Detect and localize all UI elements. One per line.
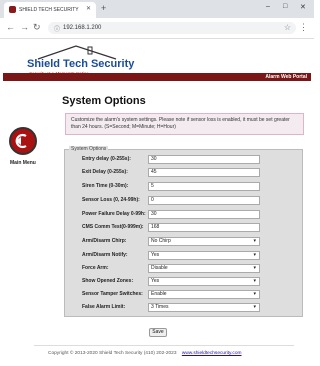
refresh-icon[interactable]: ↻ bbox=[33, 22, 41, 33]
logo-text: Shield Tech Security bbox=[27, 58, 135, 70]
back-icon[interactable]: ← bbox=[6, 22, 15, 32]
save-button[interactable]: Save bbox=[149, 328, 167, 337]
dropdown-arrow-icon: ▾ bbox=[253, 278, 256, 284]
power-failure-delay-label: Power Failure Delay 0-99h: bbox=[82, 211, 146, 217]
siren-time-input[interactable]: 5 bbox=[148, 182, 260, 191]
maximize-button[interactable]: □ bbox=[283, 3, 287, 10]
siren-time-label: Siren Time (0-30m): bbox=[82, 183, 129, 189]
footer-divider bbox=[34, 345, 294, 346]
tab-close-icon[interactable]: ✕ bbox=[86, 5, 91, 12]
sensor-tamper-switches-select[interactable]: Enable ▾ bbox=[148, 290, 260, 299]
lock-icon[interactable]: ⓘ bbox=[54, 24, 60, 33]
exit-delay-label: Exit Delay (0-255s): bbox=[82, 169, 128, 175]
header-bar: Alarm Web Portal bbox=[3, 73, 311, 81]
fieldset-legend: System Options bbox=[69, 146, 109, 152]
sensor-tamper-switches-value: Enable bbox=[151, 291, 167, 297]
minimize-button[interactable]: – bbox=[266, 3, 270, 10]
entry-delay-input[interactable]: 30 bbox=[148, 155, 260, 164]
sensor-loss-label: Sensor Loss (0, 24-99h): bbox=[82, 197, 140, 203]
arm-disarm-chirp-select[interactable]: No Chirp ▾ bbox=[148, 237, 260, 246]
dropdown-arrow-icon: ▾ bbox=[253, 238, 256, 244]
favicon-icon bbox=[9, 6, 16, 13]
arm-disarm-notify-label: Arm/Disarm Notify: bbox=[82, 252, 128, 258]
false-alarm-limit-select[interactable]: 3 Times ▾ bbox=[148, 303, 260, 312]
arm-disarm-chirp-label: Arm/Disarm Chirp: bbox=[82, 238, 127, 244]
cms-comm-test-label: CMS Comm Test(0-999m): bbox=[82, 224, 144, 230]
forward-icon[interactable]: → bbox=[20, 22, 29, 32]
new-tab-button[interactable]: + bbox=[101, 3, 106, 13]
show-opened-zones-value: Yes bbox=[151, 278, 160, 284]
exit-delay-input[interactable]: 45 bbox=[148, 168, 260, 177]
power-failure-delay-input[interactable]: 30 bbox=[148, 210, 260, 219]
address-bar[interactable]: ⓘ 192.168.1.200 ☆ bbox=[48, 22, 296, 34]
portal-label: Alarm Web Portal bbox=[265, 74, 307, 80]
browser-toolbar: ← → ↻ ⓘ 192.168.1.200 ☆ ⋮ bbox=[0, 18, 314, 39]
arm-disarm-notify-value: Yes bbox=[151, 252, 160, 258]
force-arm-value: Disable bbox=[151, 265, 168, 271]
footer-link[interactable]: www.shieldtechsecurity.com bbox=[182, 351, 242, 356]
dropdown-arrow-icon: ▾ bbox=[253, 252, 256, 258]
dropdown-arrow-icon: ▾ bbox=[253, 304, 256, 310]
show-opened-zones-label: Show Opened Zones: bbox=[82, 278, 134, 284]
dropdown-arrow-icon: ▾ bbox=[253, 291, 256, 297]
sensor-tamper-switches-label: Sensor Tamper Switches: bbox=[82, 291, 143, 297]
show-opened-zones-select[interactable]: Yes ▾ bbox=[148, 277, 260, 286]
url-text[interactable]: 192.168.1.200 bbox=[63, 25, 101, 31]
menu-icon[interactable]: ⋮ bbox=[299, 22, 308, 33]
arm-disarm-notify-select[interactable]: Yes ▾ bbox=[148, 251, 260, 260]
force-arm-label: Force Arm: bbox=[82, 265, 109, 271]
browser-tabbar: SHIELD TECH SECURITY ✕ + – □ ✕ bbox=[0, 0, 314, 18]
footer: Copyright © 2013-2020 Shield Tech Securi… bbox=[48, 351, 242, 356]
cms-comm-test-input[interactable]: 168 bbox=[148, 223, 260, 232]
force-arm-select[interactable]: Disable ▾ bbox=[148, 264, 260, 273]
main-menu-icon[interactable] bbox=[9, 127, 37, 155]
close-window-button[interactable]: ✕ bbox=[300, 3, 306, 11]
false-alarm-limit-value: 3 Times bbox=[151, 304, 169, 310]
sensor-loss-input[interactable]: 0 bbox=[148, 196, 260, 205]
main-menu-label[interactable]: Main Menu bbox=[10, 160, 36, 166]
page-title: System Options bbox=[62, 95, 146, 107]
false-alarm-limit-label: False Alarm Limit: bbox=[82, 304, 126, 310]
footer-copyright: Copyright © 2013-2020 Shield Tech Securi… bbox=[48, 351, 177, 356]
entry-delay-label: Entry delay (0-255s): bbox=[82, 156, 131, 162]
browser-tab[interactable]: SHIELD TECH SECURITY ✕ bbox=[4, 2, 96, 18]
star-icon[interactable]: ☆ bbox=[284, 23, 291, 32]
dropdown-arrow-icon: ▾ bbox=[253, 265, 256, 271]
arm-disarm-chirp-value: No Chirp bbox=[151, 238, 171, 244]
notice-text: Customize the alarm's system settings. P… bbox=[65, 113, 304, 135]
tab-title: SHIELD TECH SECURITY bbox=[19, 7, 79, 13]
